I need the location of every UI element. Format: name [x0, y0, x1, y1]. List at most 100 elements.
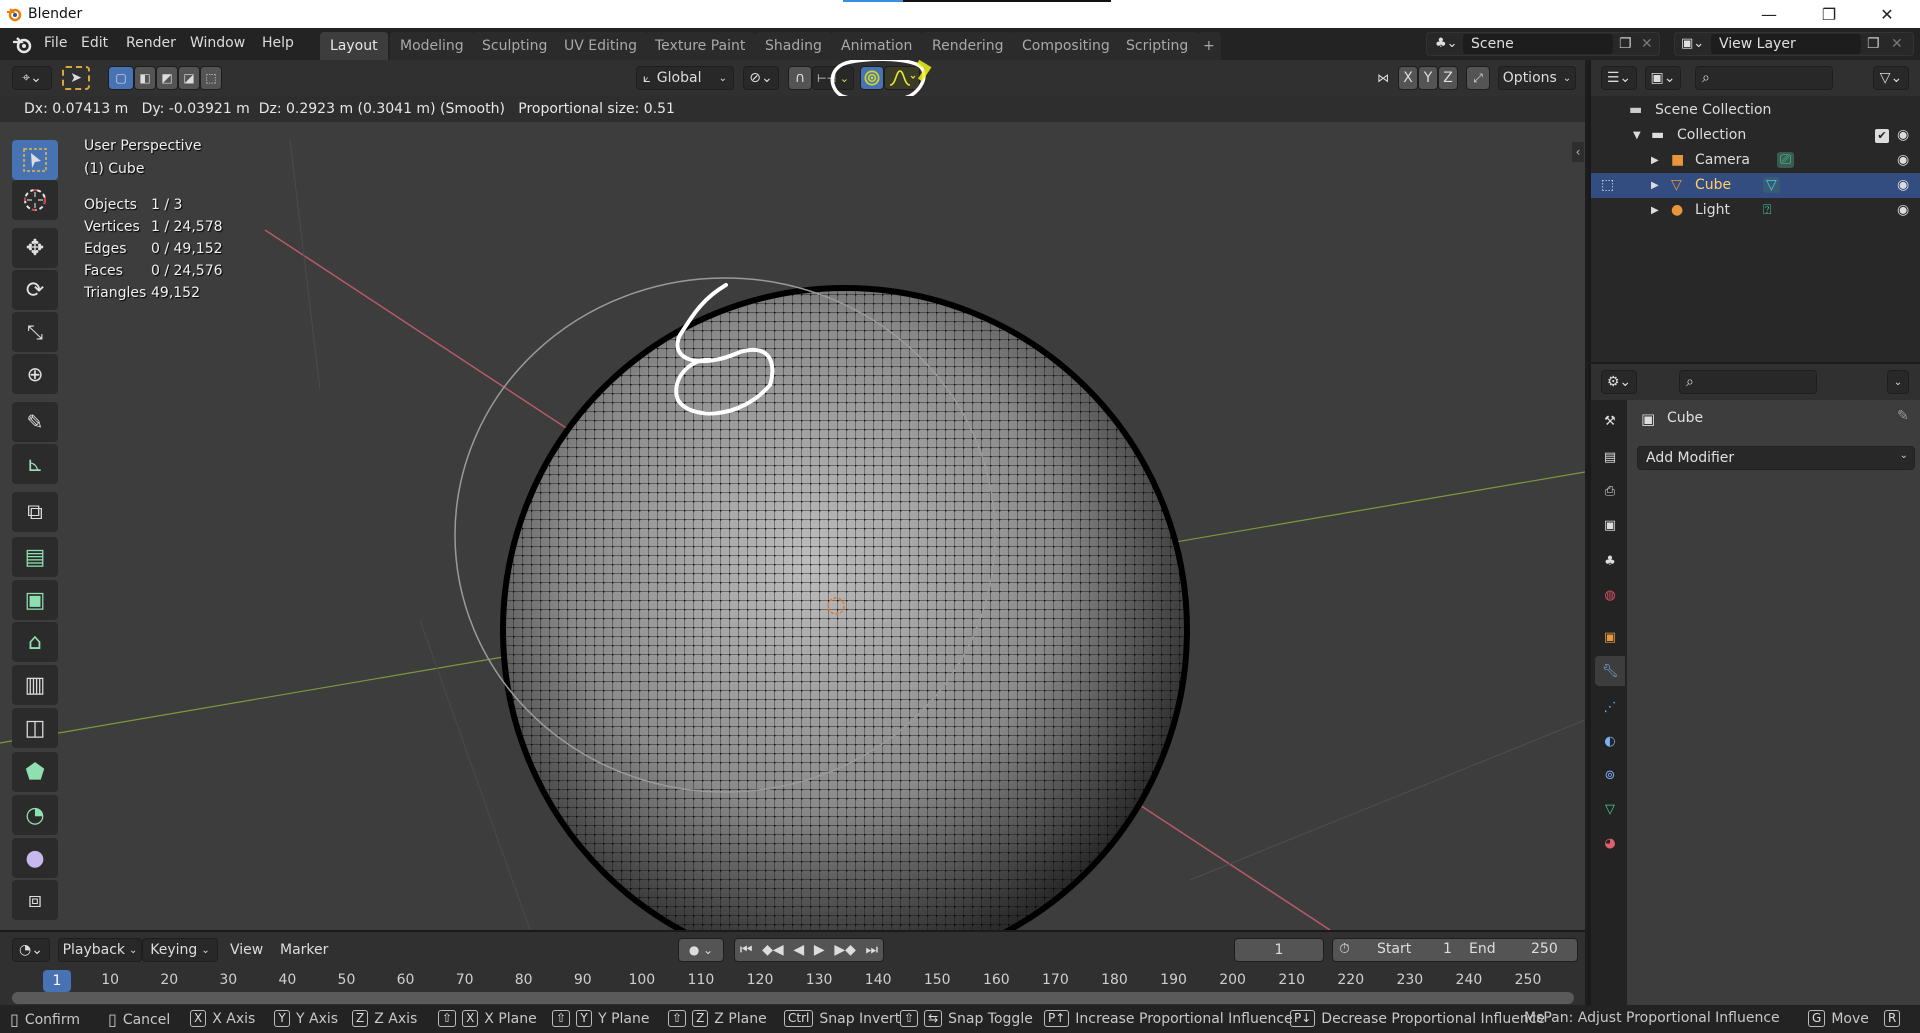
- select-subtract-mode[interactable]: ◩: [156, 66, 178, 90]
- tab-physics[interactable]: ◐: [1595, 726, 1625, 756]
- mirror-options-icon[interactable]: ⋈: [1372, 66, 1394, 90]
- tool-rotate[interactable]: ⟳: [12, 270, 58, 310]
- outliner-filter-button[interactable]: ▽⌄: [1873, 66, 1909, 90]
- delete-scene-icon[interactable]: ✕: [1641, 36, 1653, 52]
- tab-output[interactable]: ⎙: [1595, 476, 1625, 506]
- tab-rendering[interactable]: Rendering: [922, 32, 1014, 60]
- auto-merge-toggle[interactable]: ⤢: [1466, 66, 1490, 90]
- menu-edit[interactable]: Edit: [81, 35, 108, 51]
- mesh-data-icon[interactable]: ▽: [1763, 177, 1780, 193]
- editor-type-button[interactable]: ⌖⌄: [12, 66, 52, 90]
- 3d-viewport[interactable]: ⌖⌄ ➤ ▢ ◧ ◩ ◪ ⬚ ⟀ Global ⌄ ⊘⌄ ∩ ⊢⊣ ⌄ ⋈ X …: [0, 60, 1585, 930]
- add-modifier-dropdown[interactable]: Add Modifier ⌄: [1637, 446, 1915, 470]
- tab-modifiers[interactable]: 🔧︎: [1595, 656, 1625, 686]
- close-button[interactable]: ✕: [1864, 0, 1910, 28]
- tab-texture-paint[interactable]: Texture Paint: [645, 32, 756, 60]
- tab-world[interactable]: ◍: [1595, 580, 1625, 610]
- expand-triangle-icon[interactable]: ▶: [1651, 155, 1659, 166]
- delete-view-layer-icon[interactable]: ✕: [1891, 36, 1903, 52]
- outliner-item-collection[interactable]: ▼ ▬ Collection ✔ ◉: [1591, 123, 1920, 148]
- eye-icon[interactable]: ◉: [1897, 177, 1909, 193]
- menu-file[interactable]: File: [44, 35, 67, 51]
- prev-keyframe-icon[interactable]: ◆◀: [762, 942, 784, 958]
- outliner-search-input[interactable]: ⌕: [1695, 66, 1833, 90]
- blender-menu-icon[interactable]: [12, 36, 32, 54]
- select-extend-mode[interactable]: ◧: [134, 66, 156, 90]
- tab-constraints[interactable]: ⊚: [1595, 760, 1625, 790]
- view-layer-selector[interactable]: ▣⌄ View Layer ❐ ✕: [1674, 32, 1914, 56]
- tab-modeling[interactable]: Modeling: [390, 32, 474, 60]
- tool-cursor[interactable]: [12, 180, 58, 220]
- tool-select-box[interactable]: [12, 140, 58, 180]
- outliner-scene-collection[interactable]: ▬ Scene Collection: [1591, 98, 1920, 123]
- tab-particles[interactable]: ⋰: [1595, 692, 1625, 722]
- tool-add-cube[interactable]: ⧉: [12, 492, 58, 532]
- tool-bevel[interactable]: ⌂: [12, 622, 58, 662]
- stopwatch-icon[interactable]: ⏱: [1339, 941, 1350, 957]
- tool-transform[interactable]: ⊕: [12, 354, 58, 394]
- options-dropdown[interactable]: Options ⌄: [1498, 66, 1576, 90]
- auto-keying-toggle[interactable]: ● ⌄: [678, 938, 724, 962]
- tool-knife[interactable]: ◫: [12, 708, 58, 748]
- transform-orientation-dropdown[interactable]: ⟀ Global ⌄: [636, 66, 734, 90]
- tool-annotate[interactable]: ✎: [12, 402, 58, 442]
- current-frame-indicator[interactable]: 1: [43, 970, 71, 992]
- tool-spin[interactable]: ◔: [12, 795, 58, 835]
- properties-options-dropdown[interactable]: ⌄: [1887, 370, 1909, 394]
- expand-triangle-icon[interactable]: ▼: [1633, 130, 1641, 141]
- tool-inset[interactable]: ▣: [12, 580, 58, 620]
- menu-window[interactable]: Window: [190, 35, 245, 51]
- jump-start-icon[interactable]: ⏮: [740, 942, 753, 958]
- view-menu[interactable]: View: [230, 942, 263, 958]
- tab-object[interactable]: ▣: [1595, 622, 1625, 652]
- play-reverse-icon[interactable]: ◀: [793, 942, 804, 958]
- current-frame-field[interactable]: 1: [1234, 938, 1324, 962]
- tool-measure[interactable]: ⊾: [12, 444, 58, 484]
- edit-mode-icon[interactable]: ⬚: [1601, 177, 1614, 193]
- add-workspace-button[interactable]: +: [1197, 32, 1221, 60]
- jump-end-icon[interactable]: ⏭: [866, 942, 879, 958]
- tool-extrude[interactable]: ▤: [12, 537, 58, 577]
- tab-uv-editing[interactable]: UV Editing: [554, 32, 648, 60]
- select-mode-tweak[interactable]: ➤: [62, 66, 90, 90]
- axis-y-toggle[interactable]: Y: [1418, 66, 1438, 90]
- select-new-mode[interactable]: ▢: [108, 66, 134, 90]
- viewport-scene[interactable]: [0, 60, 1585, 930]
- timeline-scrollbar[interactable]: [12, 992, 1574, 1004]
- expand-triangle-icon[interactable]: ▶: [1651, 180, 1659, 191]
- marker-menu[interactable]: Marker: [280, 942, 328, 958]
- select-invert-mode[interactable]: ◪: [178, 66, 200, 90]
- outliner-filter-layer-button[interactable]: ▣⌄: [1645, 66, 1681, 90]
- tab-layout[interactable]: Layout: [320, 32, 388, 60]
- new-scene-icon[interactable]: ❐: [1619, 36, 1632, 52]
- tab-scripting[interactable]: Scripting: [1116, 32, 1199, 60]
- tool-poly-build[interactable]: ⬟: [12, 752, 58, 792]
- tab-material[interactable]: ◕: [1595, 828, 1625, 858]
- expand-triangle-icon[interactable]: ▶: [1651, 205, 1659, 216]
- camera-data-icon[interactable]: ⎚: [1777, 152, 1795, 168]
- tab-tool[interactable]: ⚒: [1595, 406, 1625, 436]
- uv-sphere-mesh[interactable]: [500, 285, 1190, 930]
- timeline-editor-type-button[interactable]: ◔⌄: [12, 938, 50, 962]
- snap-toggle[interactable]: ∩: [788, 66, 812, 90]
- end-frame-field[interactable]: 250: [1531, 941, 1558, 957]
- pin-icon[interactable]: ✎: [1897, 408, 1909, 424]
- properties-search-input[interactable]: ⌕: [1679, 370, 1817, 394]
- menu-render[interactable]: Render: [126, 35, 176, 51]
- sidebar-toggle-icon[interactable]: ‹: [1572, 142, 1584, 162]
- eye-icon[interactable]: ◉: [1897, 202, 1909, 218]
- next-keyframe-icon[interactable]: ▶◆: [834, 942, 856, 958]
- outliner-item-cube[interactable]: ⬚ ▶ ▽ Cube ▽ ◉: [1591, 173, 1920, 198]
- outliner-display-mode-button[interactable]: ☰⌄: [1601, 66, 1637, 90]
- properties-editor-type-button[interactable]: ⚙⌄: [1601, 370, 1637, 394]
- tab-render[interactable]: ▤: [1595, 442, 1625, 472]
- keying-menu[interactable]: Keying ⌄: [142, 938, 218, 962]
- eye-icon[interactable]: ◉: [1897, 127, 1909, 143]
- tool-shrink-fatten[interactable]: ⧈: [12, 880, 58, 920]
- tab-scene[interactable]: ♣: [1595, 546, 1625, 576]
- tab-sculpting[interactable]: Sculpting: [472, 32, 558, 60]
- minimize-button[interactable]: —: [1746, 0, 1792, 28]
- outliner-item-camera[interactable]: ▶ ■ Camera ⎚ ◉: [1591, 148, 1920, 173]
- tab-shading[interactable]: Shading: [755, 32, 832, 60]
- light-data-icon[interactable]: ⍰: [1763, 202, 1771, 218]
